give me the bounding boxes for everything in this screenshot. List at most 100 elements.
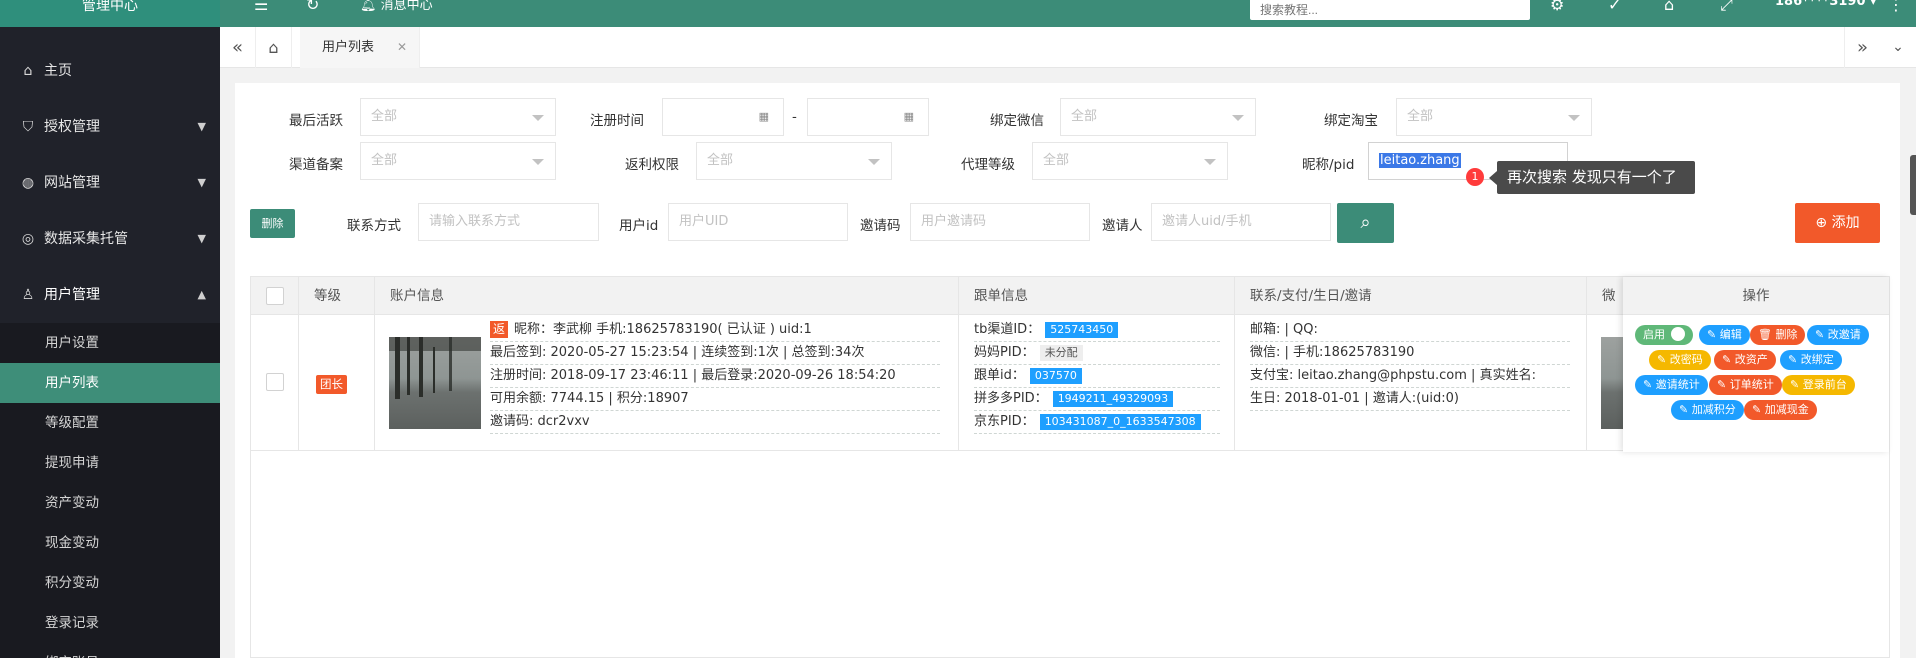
login-frontend-button[interactable]: ✎ 登录前台 xyxy=(1782,375,1855,395)
select-value: 全部 xyxy=(1407,109,1434,124)
submenu-item-login-records[interactable]: 登录记录 xyxy=(0,603,220,643)
register-start-date[interactable]: ▦ xyxy=(662,98,784,136)
change-binding-label: 改绑定 xyxy=(1800,353,1834,366)
user-table: 等级 账户信息 跟单信息 联系/支付/生日/邀请 微 团长 返昵称：李武柳 手机… xyxy=(250,276,1890,658)
change-assets-button[interactable]: ✎ 改资产 xyxy=(1714,350,1776,370)
close-icon[interactable]: ✕ xyxy=(397,27,407,68)
header-select-cell xyxy=(251,277,299,315)
order-stats-label: 订单统计 xyxy=(1729,378,1774,391)
change-invite-button[interactable]: ✎ 改邀请 xyxy=(1807,325,1869,345)
home-tab-icon[interactable]: ⌂ xyxy=(256,27,292,68)
more-icon[interactable]: ⋮ xyxy=(1888,0,1904,27)
plus-circle-icon: ⊕ xyxy=(1815,215,1828,231)
sidebar-item-site[interactable]: ◍ 网站管理 ▼ xyxy=(0,155,220,211)
tab-scroll-right-icon[interactable]: » xyxy=(1844,27,1880,68)
tracking-label: 拼多多PID： xyxy=(974,391,1048,406)
sidebar-item-collect[interactable]: ◎ 数据采集托管 ▼ xyxy=(0,211,220,267)
bind-taobao-select[interactable]: 全部 xyxy=(1396,98,1592,136)
filter-label-invite-code: 邀请码 xyxy=(860,218,901,234)
invite-stats-button[interactable]: ✎ 邀请统计 xyxy=(1635,375,1708,395)
fullscreen-icon[interactable]: ⤢ xyxy=(1720,0,1733,27)
edit-button[interactable]: ✎ 编辑 xyxy=(1699,325,1750,345)
calendar-icon: ▦ xyxy=(903,110,914,123)
last-active-select[interactable]: 全部 xyxy=(360,98,556,136)
invite-code-input[interactable]: 用户邀请码 xyxy=(910,203,1090,241)
filter-label-register-time: 注册时间 xyxy=(590,113,644,129)
login-frontend-label: 登录前台 xyxy=(1802,378,1847,391)
edit-label: 编辑 xyxy=(1719,328,1742,341)
submenu-item-asset-change[interactable]: 资产变动 xyxy=(0,483,220,523)
search-button[interactable]: ⌕ xyxy=(1337,203,1394,243)
submenu-item-level-config[interactable]: 等级配置 xyxy=(0,403,220,443)
right-edge-handle[interactable] xyxy=(1910,155,1916,215)
menu-toggle-icon[interactable]: ☰ xyxy=(254,0,268,27)
caret-up-icon: ▲ xyxy=(197,288,206,301)
order-stats-button[interactable]: ✎ 订单统计 xyxy=(1709,375,1782,395)
user-id-input[interactable]: 用户UID xyxy=(668,203,848,241)
toggle-knob xyxy=(1671,327,1685,341)
account-line-signin: 最后签到: 2020-05-27 15:23:54 | 连续签到:1次 | 总签… xyxy=(490,342,940,365)
top-search-input[interactable] xyxy=(1250,0,1530,20)
user-menu[interactable]: 186****3190 ▾ xyxy=(1775,0,1877,9)
filter-label-nickname-pid: 昵称/pid xyxy=(1302,157,1355,173)
add-button[interactable]: ⊕ 添加 xyxy=(1795,203,1880,243)
chevron-down-icon xyxy=(532,159,544,165)
submenu-item-points-change[interactable]: 积分变动 xyxy=(0,563,220,603)
filter-label-last-active: 最后活跃 xyxy=(289,113,343,129)
row-delete-button[interactable]: 🗑︎ 删除 xyxy=(1750,325,1806,345)
message-center[interactable]: 🔔︎ 消息中心 xyxy=(360,0,433,13)
contact-input[interactable]: 请输入联系方式 xyxy=(418,203,599,241)
adjust-cash-button[interactable]: ✎ 加减现金 xyxy=(1744,400,1817,420)
bind-wechat-select[interactable]: 全部 xyxy=(1060,98,1256,136)
tracking-label: 妈妈PID： xyxy=(974,345,1035,360)
submenu-item-bind-account[interactable]: 绑定账号 xyxy=(0,643,220,658)
adjust-points-button[interactable]: ✎ 加减积分 xyxy=(1671,400,1744,420)
select-all-checkbox[interactable] xyxy=(266,287,284,305)
delete-button[interactable]: 删除 xyxy=(250,209,295,238)
rebate-badge: 返 xyxy=(490,321,509,338)
submenu-item-user-settings[interactable]: 用户设置 xyxy=(0,323,220,363)
inviter-input[interactable]: 邀请人uid/手机 xyxy=(1151,203,1331,241)
filter-label-contact: 联系方式 xyxy=(347,218,401,234)
pencil-icon: ✎ xyxy=(1707,328,1717,341)
refresh-icon[interactable]: ↻ xyxy=(306,0,319,27)
channel-select[interactable]: 全部 xyxy=(360,142,556,180)
contact-line-alipay: 支付宝: leitao.zhang@phpstu.com | 真实姓名: xyxy=(1250,365,1570,388)
filter-label-rebate: 返利权限 xyxy=(625,157,679,173)
submenu-item-cash-change[interactable]: 现金变动 xyxy=(0,523,220,563)
input-value: leitao.zhang xyxy=(1379,153,1461,168)
lock-icon[interactable]: ⌂ xyxy=(1664,0,1674,27)
trash-icon: 🗑︎ xyxy=(1758,328,1772,341)
change-binding-button[interactable]: ✎ 改绑定 xyxy=(1780,350,1842,370)
row-checkbox[interactable] xyxy=(266,373,284,391)
shield-check-icon[interactable]: ✓ xyxy=(1608,0,1621,27)
pencil-icon: ✎ xyxy=(1790,378,1800,391)
adjust-cash-label: 加减现金 xyxy=(1764,403,1809,416)
select-value: 全部 xyxy=(707,153,734,168)
tab-user-list[interactable]: 用户列表 ✕ xyxy=(300,27,420,68)
register-end-date[interactable]: ▦ xyxy=(807,98,929,136)
enable-toggle[interactable]: 启用 xyxy=(1635,325,1693,345)
tab-label: 用户列表 xyxy=(322,40,375,55)
main-panel: 最后活跃 全部 注册时间 ▦ - ▦ 绑定微信 全部 绑定淘宝 全部 渠道备案 … xyxy=(235,83,1900,658)
agent-level-select[interactable]: 全部 xyxy=(1032,142,1228,180)
rebate-select[interactable]: 全部 xyxy=(696,142,892,180)
sidebar-item-users[interactable]: ♙ 用户管理 ▲ xyxy=(0,267,220,323)
change-password-button[interactable]: ✎ 改密码 xyxy=(1649,350,1711,370)
invite-stats-label: 邀请统计 xyxy=(1655,378,1700,391)
caret-down-icon: ▼ xyxy=(197,232,206,245)
submenu-item-withdraw[interactable]: 提现申请 xyxy=(0,443,220,483)
submenu-item-user-list[interactable]: 用户列表 xyxy=(0,363,220,403)
annotation-tooltip: 再次搜索 发现只有一个了 xyxy=(1489,161,1695,194)
gamepad-icon[interactable]: ⚙ xyxy=(1550,0,1564,27)
sidebar-item-auth[interactable]: ⛉ 授权管理 ▼ xyxy=(0,99,220,155)
pencil-icon: ✎ xyxy=(1657,353,1667,366)
level-badge: 团长 xyxy=(316,375,347,394)
tab-scroll-left-icon[interactable]: « xyxy=(220,27,256,68)
sidebar-item-home[interactable]: ⌂ 主页 xyxy=(0,43,220,99)
sidebar-item-label: 网站管理 xyxy=(44,175,100,191)
tab-menu-icon[interactable]: ⌄ xyxy=(1880,27,1916,68)
change-invite-label: 改邀请 xyxy=(1827,328,1861,341)
caret-down-icon: ▼ xyxy=(197,120,206,133)
pencil-icon: ✎ xyxy=(1815,328,1825,341)
